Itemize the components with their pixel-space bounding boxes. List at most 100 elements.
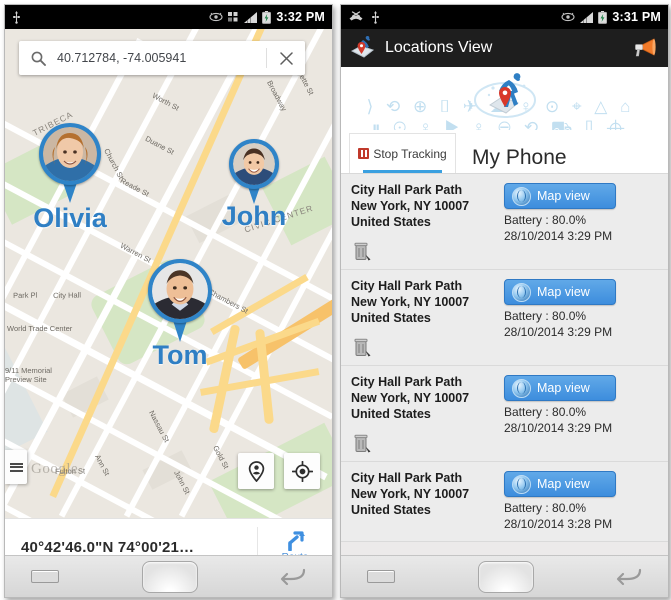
- avatar-pin: [229, 139, 279, 204]
- person-pin-icon: [247, 460, 266, 482]
- pin-head: [229, 139, 279, 189]
- timestamp-text: 28/10/2014 3:29 PM: [504, 229, 613, 243]
- menu-icon[interactable]: [31, 570, 59, 583]
- battery-icon: [598, 10, 608, 24]
- map-attribution: Google: [31, 461, 79, 477]
- eye-icon: [561, 12, 575, 22]
- avatar: [43, 127, 97, 181]
- right-phone-app-screen: 3:31 PM Locations View ⟩ ⟲ ⊕ ⌷ ✈ ♀ ⊙ ⌖ △…: [340, 4, 669, 598]
- battery-text: Battery : 80.0%: [504, 309, 587, 323]
- usb-icon: [371, 10, 380, 24]
- timestamp-text: 28/10/2014 3:28 PM: [504, 517, 613, 531]
- menu-icon[interactable]: [367, 570, 395, 583]
- map-view-button[interactable]: Map view: [504, 183, 616, 209]
- timestamp-text: 28/10/2014 3:29 PM: [504, 325, 613, 339]
- stop-tracking-label: Stop Tracking: [373, 146, 447, 161]
- tab-underline: [363, 170, 442, 173]
- pin-head: [148, 259, 212, 323]
- trash-icon[interactable]: [353, 337, 373, 359]
- battery-text: Battery : 80.0%: [504, 405, 587, 419]
- map-label: City Hall: [53, 290, 82, 300]
- map-people-button[interactable]: [238, 453, 274, 489]
- globe-icon: [512, 282, 531, 302]
- route-icon: [284, 531, 306, 551]
- left-status-time: 3:32 PM: [276, 10, 325, 24]
- map-label: 9/11 Memorial Preview Site: [5, 366, 52, 384]
- battery-text: Battery : 80.0%: [504, 501, 587, 515]
- back-icon[interactable]: [280, 568, 306, 586]
- device-title: My Phone: [472, 146, 567, 169]
- row-right-column: Map view Battery : 80.0% 28/10/2014 3:29…: [504, 183, 656, 243]
- avatar-pin: [39, 123, 101, 204]
- pin-head: [39, 123, 101, 185]
- usb-icon: [12, 10, 21, 24]
- map-menu-button[interactable]: [5, 450, 27, 484]
- status-left-icons: [12, 10, 21, 24]
- map-view-button[interactable]: Map view: [504, 375, 616, 401]
- right-nav-bar: [341, 555, 668, 597]
- map-search-bar[interactable]: 40.712784, -74.005941: [19, 41, 305, 75]
- app-bar-title: Locations View: [385, 39, 493, 56]
- trash-icon[interactable]: [353, 433, 373, 455]
- avatar-pin: [148, 259, 212, 343]
- map-marker-john[interactable]: John: [222, 139, 286, 231]
- status-right-icons: 3:32 PM: [209, 10, 325, 24]
- battery-icon: [262, 10, 272, 24]
- pause-icon: [358, 148, 370, 159]
- status-left-icons: [348, 10, 380, 24]
- close-icon[interactable]: [267, 51, 305, 65]
- home-icon[interactable]: [141, 560, 198, 593]
- map-view-label: Map view: [537, 285, 590, 299]
- back-icon[interactable]: [616, 568, 642, 586]
- tabs-row: Stop Tracking My Phone: [341, 131, 668, 174]
- left-nav-bar: [5, 555, 332, 597]
- table-row[interactable]: City Hall Park Path New York, NY 10007 U…: [341, 462, 668, 542]
- map-marker-label: John: [221, 201, 287, 231]
- map-view-label: Map view: [537, 381, 590, 395]
- status-right-icons: 3:31 PM: [561, 10, 661, 24]
- coordinate-text: 40°42'46.0"N 74°00'21…: [21, 538, 195, 556]
- network-icon: [228, 11, 239, 23]
- my-location-icon: [291, 460, 313, 482]
- map-marker-tom[interactable]: Tom: [148, 259, 212, 370]
- eye-icon: [209, 12, 223, 22]
- globe-icon: [512, 378, 531, 398]
- signal-icon: [580, 11, 594, 23]
- table-row[interactable]: City Hall Park Path New York, NY 10007 U…: [341, 366, 668, 462]
- screenshot-root: 3:32 PM TRIBECA Church St Duane St Worth…: [0, 0, 671, 600]
- app-logo-icon: [349, 35, 376, 61]
- map-label: Park Pl: [13, 290, 38, 300]
- map-view-label: Map view: [537, 189, 590, 203]
- hamburger-icon: [9, 461, 23, 473]
- app-bar: Locations View: [341, 29, 668, 67]
- battery-text: Battery : 80.0%: [504, 213, 587, 227]
- map-my-location-button[interactable]: [284, 453, 320, 489]
- map-canvas[interactable]: Santos Party Ho TRIBECA Church St Duane …: [5, 29, 332, 518]
- left-status-bar: 3:32 PM: [5, 5, 332, 29]
- table-row[interactable]: City Hall Park Path New York, NY 10007 U…: [341, 174, 668, 270]
- right-status-time: 3:31 PM: [612, 10, 661, 24]
- left-phone-map-screen: 3:32 PM TRIBECA Church St Duane St Worth…: [4, 4, 333, 598]
- right-status-bar: 3:31 PM: [341, 5, 668, 29]
- row-right-column: Map view Battery : 80.0% 28/10/2014 3:29…: [504, 375, 656, 435]
- megaphone-icon[interactable]: [632, 37, 660, 59]
- avatar: [233, 143, 275, 185]
- stop-tracking-button[interactable]: Stop Tracking: [349, 133, 456, 173]
- missed-call-icon: [348, 11, 364, 23]
- map-view-button[interactable]: Map view: [504, 471, 616, 497]
- app-banner: ⟩ ⟲ ⊕ ⌷ ✈ ☁ ♀ ⊙ ⌖ △ ⌂ ⏸ ⊙ ♀ ▶ ♀ ⊖ ⟲ ⛟ ⌷ …: [341, 67, 668, 131]
- location-explorer-logo: [468, 73, 542, 127]
- home-icon[interactable]: [477, 560, 534, 593]
- timestamp-text: 28/10/2014 3:29 PM: [504, 421, 613, 435]
- trash-icon[interactable]: [353, 241, 373, 263]
- search-icon: [19, 51, 57, 66]
- search-input-value[interactable]: 40.712784, -74.005941: [57, 51, 266, 65]
- signal-icon: [244, 11, 258, 23]
- globe-icon: [512, 186, 531, 206]
- map-view-button[interactable]: Map view: [504, 279, 616, 305]
- locations-list[interactable]: City Hall Park Path New York, NY 10007 U…: [341, 174, 668, 557]
- map-marker-olivia[interactable]: Olivia: [33, 123, 107, 233]
- table-row[interactable]: City Hall Park Path New York, NY 10007 U…: [341, 270, 668, 366]
- row-right-column: Map view Battery : 80.0% 28/10/2014 3:29…: [504, 279, 656, 339]
- map-view-label: Map view: [537, 477, 590, 491]
